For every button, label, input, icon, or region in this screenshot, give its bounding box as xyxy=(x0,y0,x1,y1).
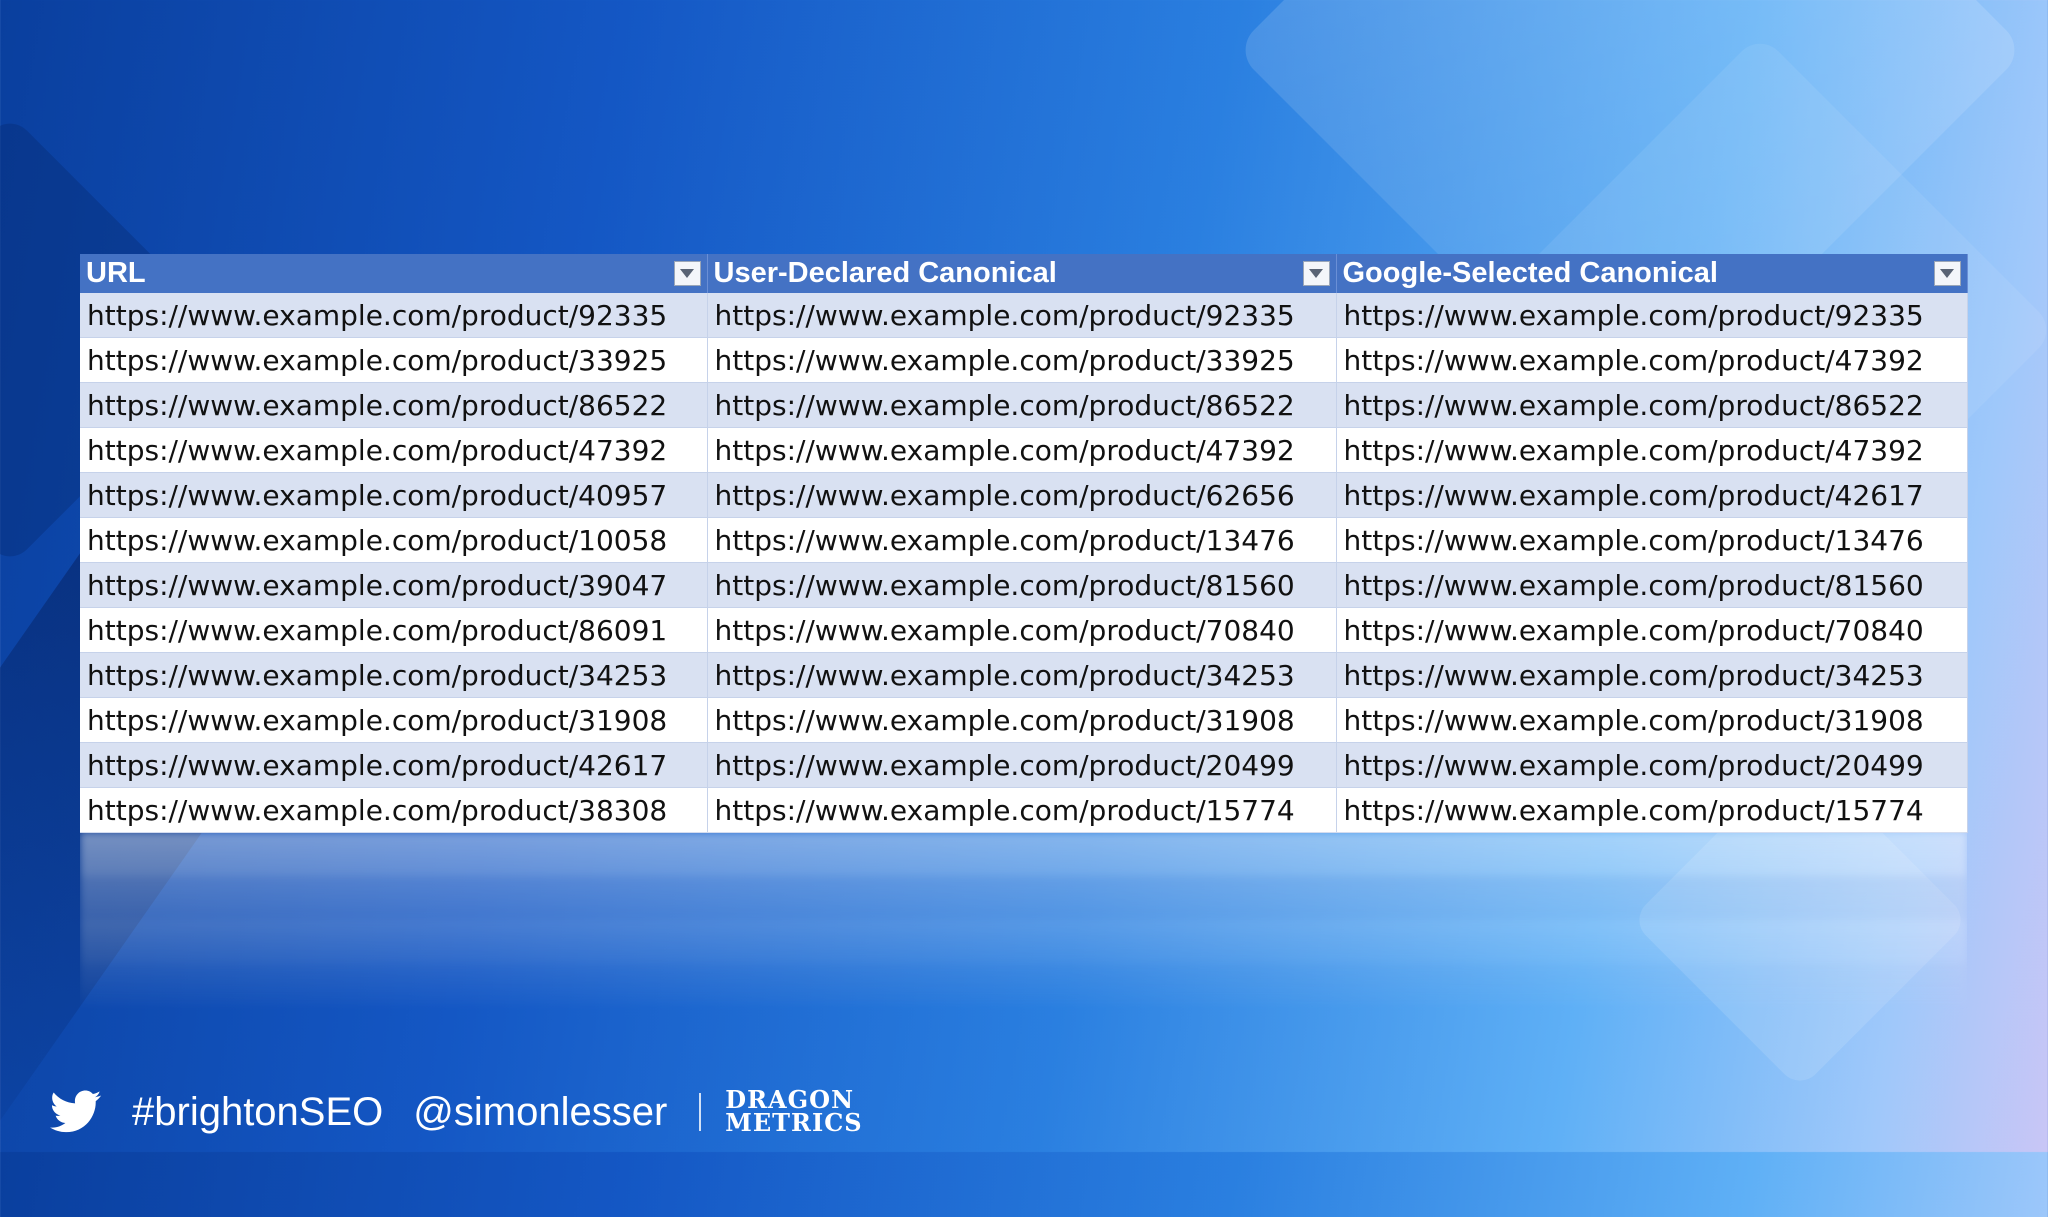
twitter-handle-text: @simonlesser xyxy=(413,1089,668,1134)
reflection-row xyxy=(80,832,1967,876)
table-row: https://www.example.com/product/86522 ht… xyxy=(80,382,1968,428)
table-cell[interactable]: https://www.example.com/product/40957 xyxy=(80,472,708,518)
table-cell[interactable]: https://www.example.com/product/38308 xyxy=(80,787,708,833)
table-cell[interactable]: https://www.example.com/product/62656 xyxy=(707,472,1337,518)
table-cell[interactable]: https://www.example.com/product/15774 xyxy=(1336,787,1968,833)
canonical-comparison-table: URL User-Declared Canonical Google-Selec… xyxy=(80,254,1968,833)
table-row: https://www.example.com/product/86091 ht… xyxy=(80,607,1968,653)
table-cell[interactable]: https://www.example.com/product/86522 xyxy=(80,382,708,428)
column-header-user-declared-canonical: User-Declared Canonical xyxy=(707,254,1337,293)
table-cell[interactable]: https://www.example.com/product/13476 xyxy=(1336,517,1968,563)
table-cell[interactable]: https://www.example.com/product/13476 xyxy=(707,517,1337,563)
spreadsheet-table: URL User-Declared Canonical Google-Selec… xyxy=(80,254,1968,833)
filter-dropdown-icon xyxy=(680,269,694,278)
table-cell[interactable]: https://www.example.com/product/20499 xyxy=(1336,742,1968,788)
table-cell[interactable]: https://www.example.com/product/34253 xyxy=(80,652,708,698)
table-cell[interactable]: https://www.example.com/product/86522 xyxy=(707,382,1337,428)
hashtag-text: #brightonSEO xyxy=(132,1089,384,1134)
table-cell[interactable]: https://www.example.com/product/34253 xyxy=(707,652,1337,698)
table-cell[interactable]: https://www.example.com/product/39047 xyxy=(80,562,708,608)
table-cell[interactable]: https://www.example.com/product/15774 xyxy=(707,787,1337,833)
table-row: https://www.example.com/product/31908 ht… xyxy=(80,697,1968,743)
table-row: https://www.example.com/product/42617 ht… xyxy=(80,742,1968,788)
filter-dropdown-button[interactable] xyxy=(1933,261,1961,286)
dragon-metrics-logo: DRAGON METRICS xyxy=(725,1088,863,1137)
table-row: https://www.example.com/product/39047 ht… xyxy=(80,562,1968,608)
table-cell[interactable]: https://www.example.com/product/92335 xyxy=(80,293,708,338)
table-cell[interactable]: https://www.example.com/product/81560 xyxy=(1336,562,1968,608)
reflection-row xyxy=(80,964,1967,1008)
table-cell[interactable]: https://www.example.com/product/47392 xyxy=(707,427,1337,473)
reflection-row xyxy=(80,920,1967,964)
table-cell[interactable]: https://www.example.com/product/81560 xyxy=(707,562,1337,608)
column-header-label: User-Declared Canonical xyxy=(713,257,1057,290)
reflection-row xyxy=(80,876,1967,920)
filter-dropdown-button[interactable] xyxy=(1302,261,1330,286)
table-cell[interactable]: https://www.example.com/product/34253 xyxy=(1336,652,1968,698)
table-cell[interactable]: https://www.example.com/product/33925 xyxy=(707,337,1337,383)
table-cell[interactable]: https://www.example.com/product/70840 xyxy=(707,607,1337,653)
table-cell[interactable]: https://www.example.com/product/47392 xyxy=(1336,337,1968,383)
table-cell[interactable]: https://www.example.com/product/10058 xyxy=(80,517,708,563)
table-cell[interactable]: https://www.example.com/product/86522 xyxy=(1336,382,1968,428)
table-cell[interactable]: https://www.example.com/product/42617 xyxy=(80,742,708,788)
table-row: https://www.example.com/product/47392 ht… xyxy=(80,427,1968,473)
table-reflection xyxy=(80,832,1967,1012)
table-cell[interactable]: https://www.example.com/product/42617 xyxy=(1336,472,1968,518)
table-cell[interactable]: https://www.example.com/product/20499 xyxy=(707,742,1337,788)
footer-divider xyxy=(699,1093,702,1131)
table-row: https://www.example.com/product/10058 ht… xyxy=(80,517,1968,563)
table-row: https://www.example.com/product/33925 ht… xyxy=(80,337,1968,383)
table-cell[interactable]: https://www.example.com/product/31908 xyxy=(707,697,1337,743)
table-header-row: URL User-Declared Canonical Google-Selec… xyxy=(80,254,1968,293)
table-cell[interactable]: https://www.example.com/product/86091 xyxy=(80,607,708,653)
table-row: https://www.example.com/product/92335 ht… xyxy=(80,293,1968,338)
column-header-label: Google-Selected Canonical xyxy=(1342,257,1718,290)
filter-dropdown-button[interactable] xyxy=(673,261,701,286)
table-row: https://www.example.com/product/40957 ht… xyxy=(80,472,1968,518)
table-cell[interactable]: https://www.example.com/product/31908 xyxy=(1336,697,1968,743)
table-row: https://www.example.com/product/34253 ht… xyxy=(80,652,1968,698)
table-cell[interactable]: https://www.example.com/product/92335 xyxy=(707,293,1337,338)
table-row: https://www.example.com/product/38308 ht… xyxy=(80,787,1968,833)
filter-dropdown-icon xyxy=(1309,269,1323,278)
column-header-google-selected-canonical: Google-Selected Canonical xyxy=(1336,254,1968,293)
logo-line-2: METRICS xyxy=(725,1108,863,1137)
twitter-bird-icon xyxy=(50,1090,102,1133)
column-header-url: URL xyxy=(80,254,708,293)
slide-footer: #brightonSEO @simonlesser DRAGON METRICS xyxy=(50,1082,863,1142)
table-cell[interactable]: https://www.example.com/product/31908 xyxy=(80,697,708,743)
table-cell[interactable]: https://www.example.com/product/33925 xyxy=(80,337,708,383)
table-cell[interactable]: https://www.example.com/product/92335 xyxy=(1336,293,1968,338)
filter-dropdown-icon xyxy=(1940,269,1954,278)
table-cell[interactable]: https://www.example.com/product/47392 xyxy=(1336,427,1968,473)
table-cell[interactable]: https://www.example.com/product/47392 xyxy=(80,427,708,473)
column-header-label: URL xyxy=(86,257,146,290)
table-cell[interactable]: https://www.example.com/product/70840 xyxy=(1336,607,1968,653)
